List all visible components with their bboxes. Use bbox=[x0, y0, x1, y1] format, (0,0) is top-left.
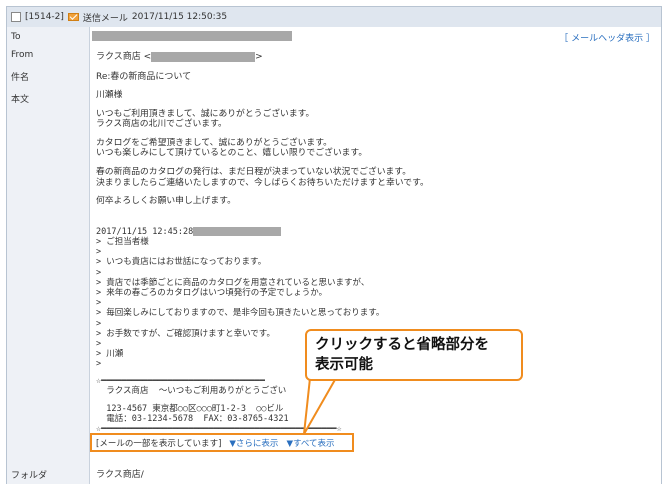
to-row: To ［ メールヘッダ表示 ］ bbox=[7, 27, 661, 46]
mail-icon bbox=[67, 13, 79, 21]
partial-notice: [メールの一部を表示しています] bbox=[96, 438, 222, 449]
callout-line-1: クリックすると省略部分を bbox=[315, 337, 489, 353]
folder-row: フォルダ ラクス商店/ bbox=[7, 463, 661, 484]
subject-label: 件名 bbox=[7, 65, 90, 87]
mail-body: 川瀬様 いつもご利用頂きまして、誠にありがとうございます。 ラクス商店の北川でご… bbox=[90, 87, 661, 463]
callout-line-2: 表示可能 bbox=[315, 357, 373, 373]
to-value: ［ メールヘッダ表示 ］ bbox=[90, 27, 661, 45]
quote-header: 2017/11/15 12:45:28 bbox=[96, 226, 655, 237]
body-paragraph-1: いつもご利用頂きまして、誠にありがとうございます。 ラクス商店の北川でございます… bbox=[96, 108, 315, 130]
subject-row: 件名 Re:春の新商品について bbox=[7, 65, 661, 88]
body-paragraph-3: 春の新商品のカタログの発行は、まだ日程が決まっていない状況でございます。 決まり… bbox=[96, 166, 429, 188]
redacted-recipient bbox=[92, 31, 292, 41]
mail-datetime: 2017/11/15 12:50:35 bbox=[131, 12, 228, 22]
folder-label: フォルダ bbox=[7, 463, 90, 484]
redacted-from-address bbox=[151, 51, 256, 62]
annotation-callout: クリックすると省略部分を 表示可能 bbox=[305, 329, 523, 381]
redacted-quote-sender bbox=[193, 226, 282, 236]
subject-value: Re:春の新商品について bbox=[90, 65, 661, 87]
from-name: ラクス商店 < bbox=[96, 52, 152, 62]
mail-id: [1514-2] bbox=[25, 12, 64, 22]
show-all-link[interactable]: ▼すべて表示 bbox=[286, 437, 334, 449]
signature-address: 123-4567 東京都○○区○○○町1-2-3 ○○ビル bbox=[96, 404, 284, 414]
from-label: From bbox=[7, 45, 90, 65]
to-label: To bbox=[7, 27, 90, 45]
folder-value: ラクス商店/ bbox=[90, 463, 661, 484]
signature-tel: 電話：03-1234-5678 FAX：03-8765-4321 bbox=[96, 414, 289, 425]
quote-date: 2017/11/15 12:45:28 bbox=[96, 226, 194, 237]
signature-name: ラクス商店 ～いつもご利用ありがとうござい bbox=[96, 385, 287, 396]
mail-header-link[interactable]: ［ メールヘッダ表示 ］ bbox=[559, 31, 655, 44]
mail-titlebar: [1514-2] 送信メール 2017/11/15 12:50:35 bbox=[7, 7, 661, 28]
greeting: 川瀬様 bbox=[96, 90, 123, 100]
body-label: 本文 bbox=[7, 87, 90, 463]
show-more-link[interactable]: ▼さらに表示 bbox=[229, 437, 278, 449]
body-paragraph-4: 何卒よろしくお願い申し上げます。 bbox=[96, 196, 236, 207]
body-paragraph-2: カタログをご希望頂きまして、誠にありがとうございます。 いつも楽しみにして頂けて… bbox=[96, 137, 368, 159]
from-close: > bbox=[255, 52, 263, 62]
callout-pointer bbox=[303, 378, 338, 435]
mail-type: 送信メール bbox=[82, 13, 128, 24]
select-checkbox[interactable] bbox=[11, 12, 21, 22]
from-row: From ラクス商店 < > bbox=[7, 45, 661, 66]
from-value: ラクス商店 < > bbox=[90, 45, 661, 65]
